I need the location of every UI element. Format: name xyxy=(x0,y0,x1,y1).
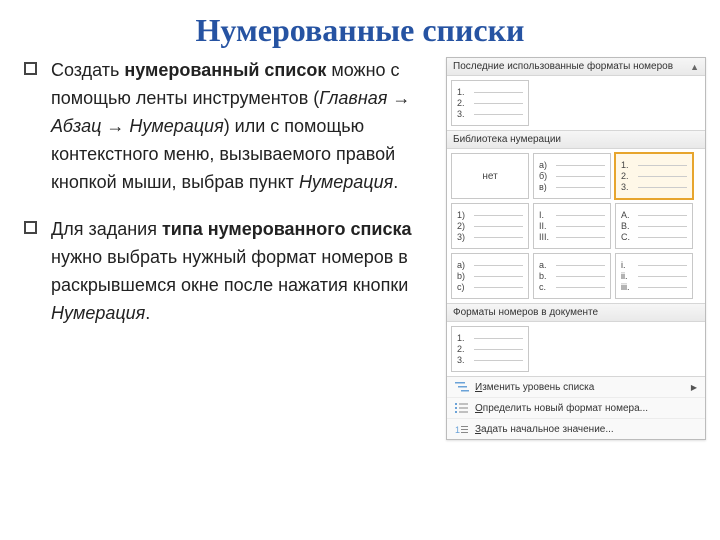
text-column: Создать нумерованный список можно с помо… xyxy=(0,57,420,348)
number-format-tile[interactable]: 1.2.3. xyxy=(451,326,529,372)
number-format-tile-selected[interactable]: 1.2.3. xyxy=(615,153,693,199)
library-grid: нет а)б)в) 1.2.3. 1)2)3) I.II.III. A.B.C… xyxy=(447,149,705,303)
section-header-library: Библиотека нумерации xyxy=(447,130,705,149)
list-icon xyxy=(455,402,469,414)
slide-title: Нумерованные списки xyxy=(0,0,720,57)
footer-label: Изменить уровень списка xyxy=(475,382,594,393)
set-start-value[interactable]: 1 Задать начальное значение... xyxy=(447,419,705,439)
number-format-tile[interactable]: A.B.C. xyxy=(615,203,693,249)
svg-text:1: 1 xyxy=(455,425,460,435)
section-title: Последние использованные форматы номеров xyxy=(453,61,673,72)
bullet-item: Для задания типа нумерованного списка ну… xyxy=(24,216,412,328)
number-format-tile[interactable]: 1)2)3) xyxy=(451,203,529,249)
number-format-tile[interactable]: 1.2.3. xyxy=(451,80,529,126)
bullet-marker-icon xyxy=(24,221,37,234)
define-new-format[interactable]: Определить новый формат номера... xyxy=(447,398,705,419)
indoc-grid: 1.2.3. xyxy=(447,322,705,376)
numbering-gallery-panel: Последние использованные форматы номеров… xyxy=(446,57,706,440)
section-header-indoc: Форматы номеров в документе xyxy=(447,303,705,322)
bullet-marker-icon xyxy=(24,62,37,75)
section-title: Форматы номеров в документе xyxy=(453,307,598,318)
chevron-right-icon: ▶ xyxy=(691,383,697,392)
recent-grid: 1.2.3. xyxy=(447,76,705,130)
bullet-item: Создать нумерованный список можно с помо… xyxy=(24,57,412,196)
footer-label: Определить новый формат номера... xyxy=(475,403,648,414)
collapse-icon[interactable]: ▲ xyxy=(690,62,699,72)
number-format-tile[interactable]: i.ii.iii. xyxy=(615,253,693,299)
number-format-none-tile[interactable]: нет xyxy=(451,153,529,199)
indent-icon xyxy=(455,381,469,393)
panel-footer: Изменить уровень списка ▶ Определить нов… xyxy=(447,376,705,439)
section-title: Библиотека нумерации xyxy=(453,134,561,145)
change-list-level[interactable]: Изменить уровень списка ▶ xyxy=(447,377,705,398)
footer-label: Задать начальное значение... xyxy=(475,424,614,435)
number-format-tile[interactable]: а)б)в) xyxy=(533,153,611,199)
section-header-recent: Последние использованные форматы номеров… xyxy=(447,58,705,76)
bullet-text-2: Для задания типа нумерованного списка ну… xyxy=(51,216,412,328)
number-format-tile[interactable]: a)b)c) xyxy=(451,253,529,299)
bullet-text-1: Создать нумерованный список можно с помо… xyxy=(51,57,412,196)
number-format-tile[interactable]: I.II.III. xyxy=(533,203,611,249)
content-row: Создать нумерованный список можно с помо… xyxy=(0,57,720,440)
number-format-tile[interactable]: a.b.c. xyxy=(533,253,611,299)
start-value-icon: 1 xyxy=(455,423,469,435)
